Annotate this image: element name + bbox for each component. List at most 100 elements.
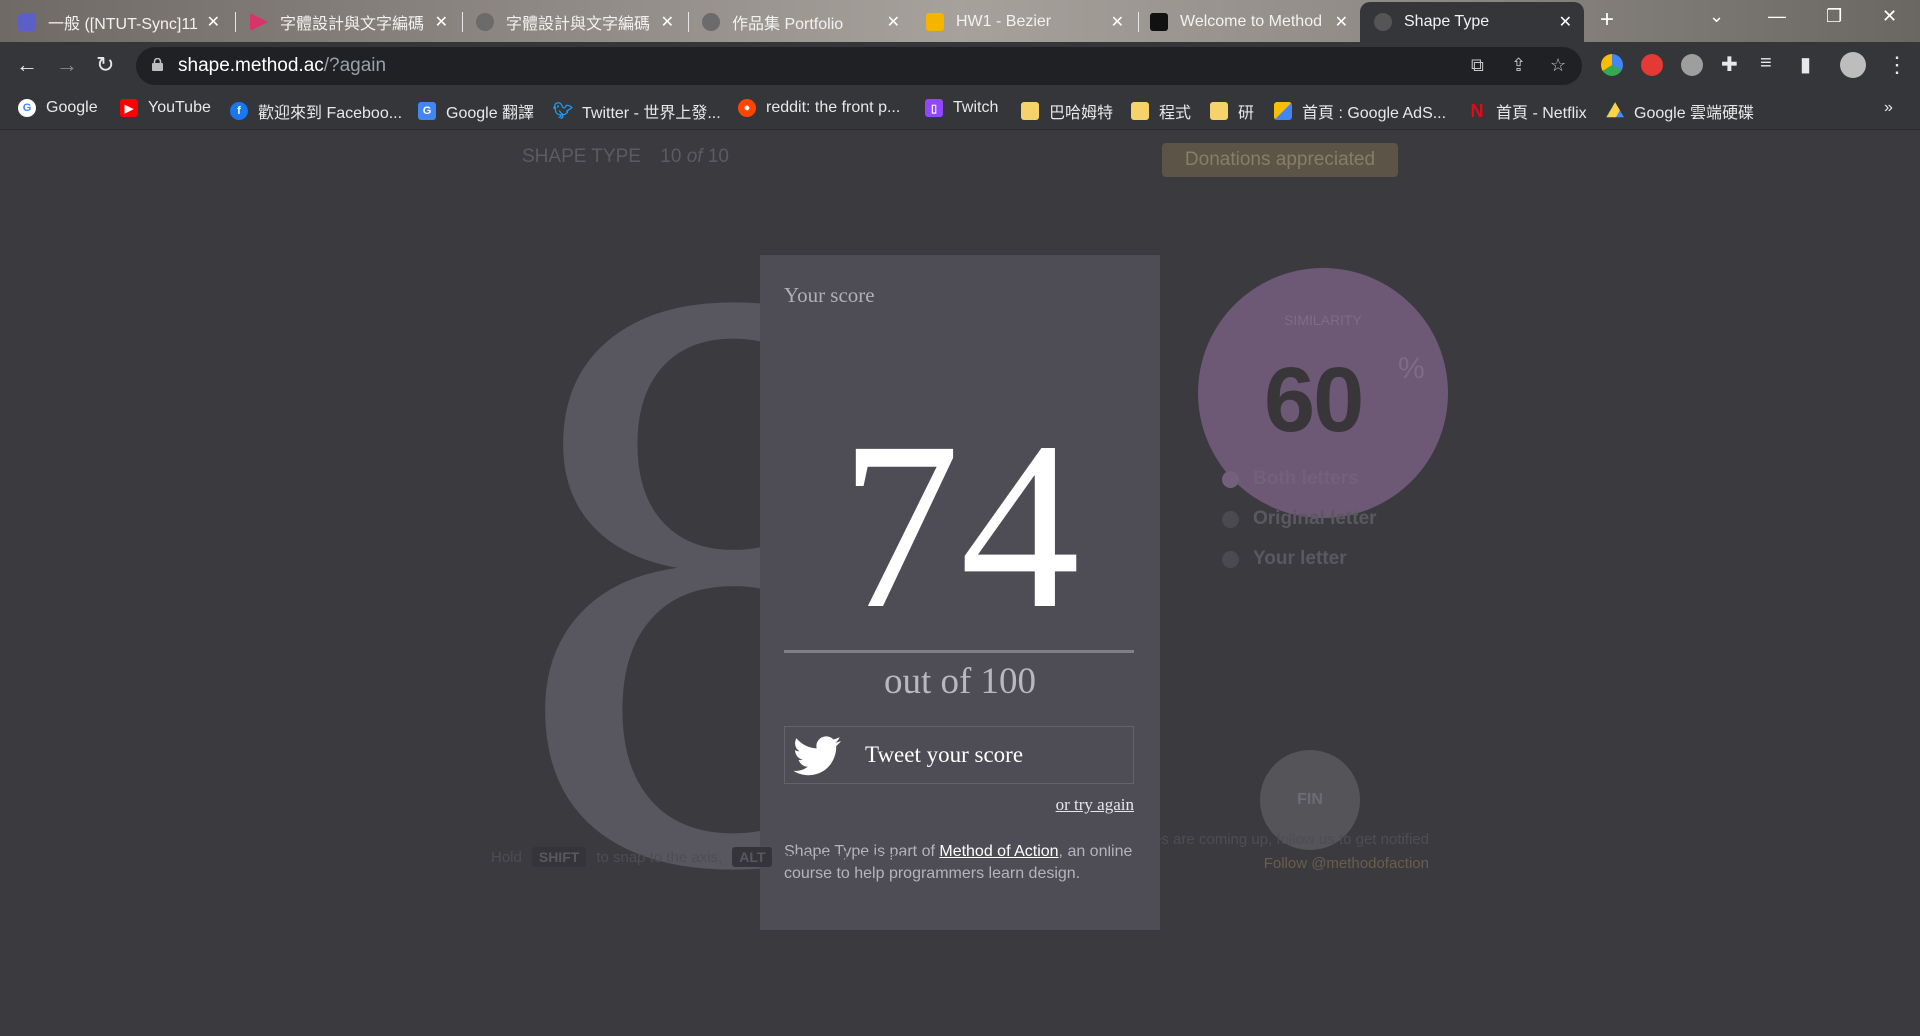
shape-type-page: SHAPE TYPE 10 of 10 Donations appreciate… [0,130,1920,1030]
shape-icon [1374,13,1392,31]
tab-strip: 一般 ([NTUT-Sync]11 ✕ 字體設計與文字編碼 ✕ 字體設計與文字編… [0,0,1920,42]
radio-dot-icon [1222,510,1239,528]
url-host: shape.method.ac [178,55,324,76]
folder-icon [1210,102,1228,120]
tab-title: HW1 - Bezier [956,13,1052,30]
option-label: Your letter [1253,548,1347,569]
method-icon [1150,13,1168,31]
similarity-unit: % [1398,352,1425,385]
tab-teams[interactable]: 一般 ([NTUT-Sync]11 ✕ [18,2,232,42]
score-value: 74 [840,392,1080,658]
close-icon[interactable]: ✕ [1335,12,1348,32]
bookmark-twitter[interactable]: 🐦︎ Twitter - 世界上發... [553,99,721,123]
tab-font-design[interactable]: 字體設計與文字編碼 ✕ [250,2,460,42]
bookmark-netflix[interactable]: N 首頁 - Netflix [1468,99,1587,123]
maximize-icon[interactable]: ❐ [1826,6,1842,27]
keyboard-hint: Hold SHIFT to snap to the axis, ALT for … [491,847,907,867]
hint-middle: to snap to the axis, [596,848,723,866]
bookmark-folder-research[interactable]: 研 [1210,99,1254,123]
profile-avatar[interactable] [1840,52,1866,78]
reload-icon[interactable]: ↻ [96,52,114,78]
globe-icon [702,13,720,31]
close-icon[interactable]: ✕ [1111,12,1124,32]
menu-kebab-icon[interactable]: ⋮ [1886,52,1908,78]
bookmark-youtube[interactable]: ▶ YouTube [120,99,211,117]
option-original-letter[interactable]: Original letter [1222,508,1377,530]
close-icon[interactable]: ✕ [887,12,900,32]
chrome-extension-icon[interactable] [1601,54,1623,76]
netflix-icon: N [1470,100,1484,121]
bookmark-google[interactable]: G Google [18,99,98,117]
side-panel-icon[interactable]: ▮ [1800,52,1811,77]
folder-icon [1131,102,1149,120]
close-window-icon[interactable]: ✕ [1882,6,1897,27]
tab-portfolio[interactable]: 作品集 Portfolio ✕ [702,2,912,42]
adblock-extension-icon[interactable] [1641,54,1663,76]
tab-title: Welcome to Method [1180,13,1322,30]
bookmark-label: Twitch [953,99,999,116]
url-text: shape.method.ac/?again [178,55,386,77]
close-icon[interactable]: ✕ [1559,12,1572,32]
youtube-icon: ▶ [120,99,138,117]
bookmark-google-drive[interactable]: Google 雲端硬碟 [1606,99,1754,123]
bookmark-twitch[interactable]: ▯ Twitch [925,99,998,117]
bookmark-facebook[interactable]: f 歡迎來到 Faceboo... [230,99,402,123]
tab-shape-type[interactable]: Shape Type ✕ [1360,2,1584,42]
reddit-icon: ● [738,99,756,117]
bookmark-folder-code[interactable]: 程式 [1131,99,1191,123]
minimize-icon[interactable]: — [1768,6,1786,27]
address-bar[interactable]: shape.method.ac/?again ⧉ ⇪ ☆ [136,47,1582,85]
folder-icon [1021,102,1039,120]
bookmark-google-ads[interactable]: 首頁 : Google AdS... [1274,99,1446,123]
similarity-value: 60 [1264,349,1364,451]
bookmark-label: 歡迎來到 Faceboo... [258,105,403,122]
bookmark-star-icon[interactable]: ☆ [1550,55,1566,76]
tweet-score-button[interactable]: Tweet your score [784,726,1134,784]
alt-key-badge: ALT [732,847,773,867]
tab-separator [462,12,463,32]
similarity-label: SIMILARITY [1284,312,1362,328]
globe-icon [476,13,494,31]
tab-title: 一般 ([NTUT-Sync]11 [48,16,198,33]
follow-link[interactable]: Follow @methodofaction [1037,852,1429,876]
tab-welcome-method[interactable]: Welcome to Method ✕ [1150,2,1360,42]
bookmark-label: 研 [1238,105,1255,122]
rainbow-extension-icon[interactable] [1681,54,1703,76]
bookmark-reddit[interactable]: ● reddit: the front p... [738,99,900,117]
tab-font-design-2[interactable]: 字體設計與文字編碼 ✕ [476,2,686,42]
bookmark-label: YouTube [148,99,211,116]
tab-hw1-bezier[interactable]: HW1 - Bezier ✕ [926,2,1136,42]
close-icon[interactable]: ✕ [661,12,674,32]
tab-separator [688,12,689,32]
close-icon[interactable]: ✕ [207,12,220,32]
bookmark-translate[interactable]: G Google 翻譯 [418,99,534,123]
bookmark-folder-bahamut[interactable]: 巴哈姆特 [1021,99,1113,123]
try-again-link[interactable]: or try again [1056,795,1134,815]
bookmark-label: Google [46,99,98,116]
bookmark-label: 巴哈姆特 [1049,105,1114,122]
share-icon[interactable]: ⇪ [1511,55,1526,76]
url-path: /?again [323,55,387,76]
tab-separator [235,12,236,32]
score-out-of: out of 100 [883,661,1037,702]
facebook-icon: f [230,102,248,120]
close-icon[interactable]: ✕ [435,12,448,32]
option-your-letter[interactable]: Your letter [1222,548,1347,570]
translate-icon[interactable]: ⧉ [1471,55,1484,76]
back-icon[interactable]: ← [16,52,38,78]
donate-button[interactable]: Donations appreciated [1162,143,1398,177]
forward-icon[interactable]: → [56,52,78,78]
more-bookmarks-icon[interactable]: » [1884,99,1893,117]
media-queue-icon[interactable]: ≡ [1760,52,1772,75]
option-both-letters[interactable]: Both letters [1222,468,1359,490]
option-label: Original letter [1253,508,1377,529]
extensions-puzzle-icon[interactable]: ✚ [1721,52,1738,77]
bookmark-label: reddit: the front p... [766,99,901,116]
play-icon [250,13,268,31]
radio-dot-icon [1222,470,1239,488]
new-tab-icon[interactable]: + [1600,6,1614,34]
twitter-bird-icon [793,736,841,776]
tab-search-icon[interactable]: ⌄ [1709,6,1724,27]
bookmark-label: Twitter - 世界上發... [582,105,721,122]
option-label: Both letters [1253,468,1359,489]
